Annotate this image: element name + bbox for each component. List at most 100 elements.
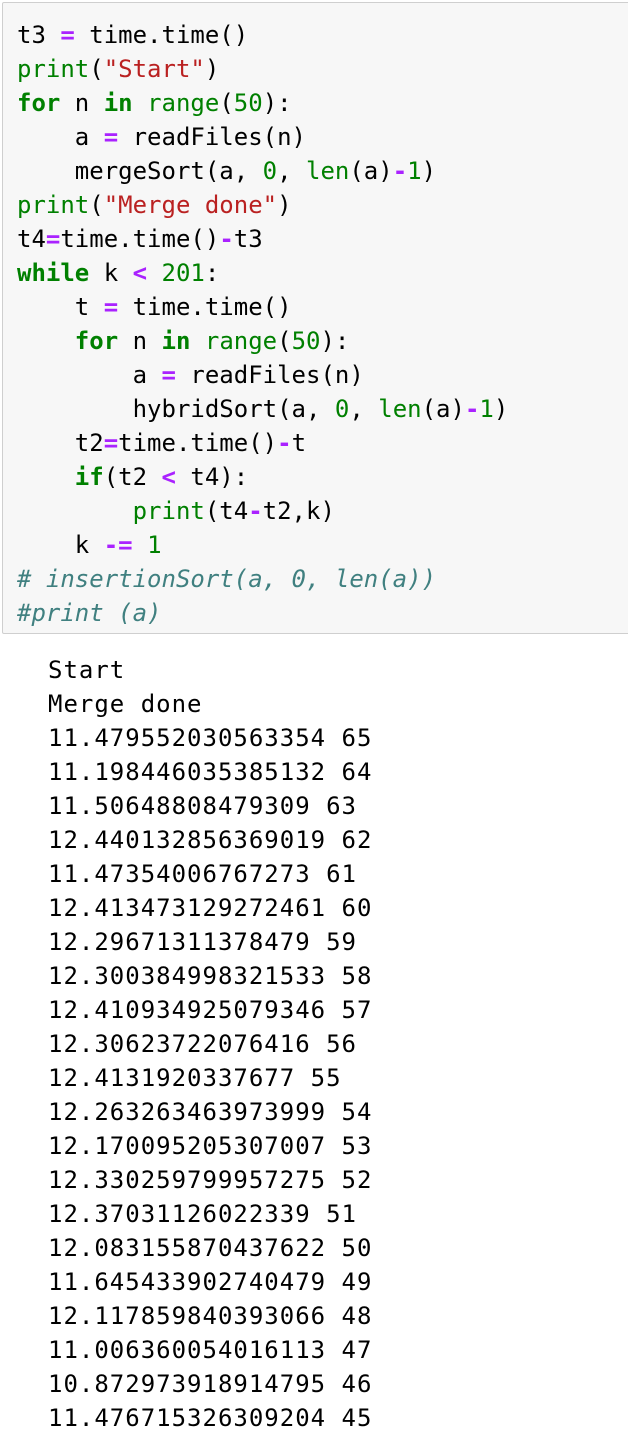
code-token: print: [17, 55, 90, 83]
code-line: k -= 1: [17, 528, 508, 562]
code-token: print: [17, 191, 90, 219]
output-line: 12.117859840393066 48: [48, 1302, 373, 1330]
code-token: -: [219, 225, 234, 253]
code-token: k: [17, 531, 104, 559]
output-line: 12.29671311378479 59: [48, 928, 357, 956]
code-line: print(t4-t2,k): [17, 494, 508, 528]
code-token: range: [204, 327, 278, 355]
code-editor[interactable]: t3 = time.time() print("Start") for n in r…: [17, 18, 508, 630]
code-token: ):: [320, 327, 350, 355]
code-token: t: [17, 293, 104, 321]
code-token: ): [493, 395, 509, 423]
code-line: for n in range(50):: [17, 324, 508, 358]
code-token: mergeSort(a,: [17, 157, 263, 185]
code-token: :: [204, 259, 220, 287]
output-line: 12.4131920337677 55: [48, 1064, 342, 1092]
code-token: in: [103, 89, 133, 117]
code-token: # insertionSort(a, 0, len(a)): [17, 565, 437, 593]
code-token: (t2: [103, 463, 162, 491]
code-token: 1: [407, 157, 422, 185]
code-token: 0: [334, 395, 350, 423]
code-token: in: [161, 327, 191, 355]
code-token: ): [204, 55, 220, 83]
code-token: ): [277, 191, 292, 219]
code-input-cell[interactable]: t3 = time.time() print("Start") for n in r…: [2, 2, 628, 634]
code-token: len: [378, 395, 422, 423]
code-token: =: [103, 293, 119, 321]
code-token: t: [291, 429, 307, 457]
code-token: 0: [262, 157, 278, 185]
code-token: (a): [349, 157, 393, 185]
output-line: Merge done: [48, 690, 203, 718]
code-token: <: [161, 463, 176, 491]
code-token: (: [89, 55, 104, 83]
output-line: 12.300384998321533 58: [48, 962, 373, 990]
output-line: 11.006360054016113 47: [48, 1336, 373, 1364]
code-line: print("Merge done"): [17, 188, 508, 222]
code-line: hybridSort(a, 0, len(a)-1): [17, 392, 509, 426]
code-token: readFiles(n): [118, 123, 306, 151]
code-token: while: [17, 259, 90, 287]
code-token: <: [132, 259, 148, 287]
output-line: 11.645433902740479 49: [48, 1268, 373, 1296]
code-line: t3 = time.time(): [17, 18, 508, 52]
code-token: 201: [161, 259, 205, 287]
code-token: 1: [479, 395, 494, 423]
output-line: 12.440132856369019 62: [48, 826, 373, 854]
code-token: ): [421, 157, 437, 185]
code-token: 50: [233, 89, 263, 117]
code-line: if(t2 < t4):: [17, 460, 508, 494]
output-line: 12.170095205307007 53: [48, 1132, 373, 1160]
cell-output-area: Start Merge done 11.479552030563354 65 11.1…: [48, 653, 372, 1435]
code-token: if: [74, 463, 104, 491]
code-token: readFiles(n): [175, 361, 364, 389]
code-token: print: [132, 497, 205, 525]
output-line: 11.479552030563354 65: [48, 724, 373, 752]
code-token: t2: [17, 429, 104, 457]
code-token: 1: [147, 531, 162, 559]
code-token: time.time(): [118, 429, 278, 457]
code-line: a = readFiles(n): [17, 120, 508, 154]
output-line: 12.330259799957275 52: [48, 1166, 373, 1194]
code-token: t2,k): [262, 497, 335, 525]
code-token: ,: [277, 157, 306, 185]
code-token: t3: [233, 225, 263, 253]
code-token: (: [277, 327, 292, 355]
code-token: ):: [262, 89, 292, 117]
code-line: mergeSort(a, 0, len(a)-1): [17, 154, 508, 188]
code-token: -=: [103, 531, 133, 559]
code-token: for: [17, 89, 61, 117]
code-line: t4=time.time()-t3: [17, 222, 508, 256]
code-token: #print (a): [17, 599, 162, 627]
code-token: =: [60, 21, 75, 49]
output-line: 12.30623722076416 56: [48, 1030, 357, 1058]
code-line: #print (a): [17, 596, 508, 630]
output-line: 12.37031126022339 51: [48, 1200, 357, 1228]
output-line: 10.872973918914795 46: [48, 1370, 373, 1398]
code-token: t4: [17, 225, 46, 253]
code-token: len: [306, 157, 350, 185]
code-token: time.time(): [74, 21, 249, 49]
output-line: Start: [48, 656, 126, 684]
code-token: (: [219, 89, 234, 117]
code-token: =: [103, 429, 119, 457]
code-token: t4):: [175, 463, 249, 491]
output-line: 11.476715326309204 45: [48, 1404, 373, 1432]
code-token: =: [161, 361, 176, 389]
code-token: ,: [349, 395, 379, 423]
code-token: (: [89, 191, 104, 219]
output-line: 11.47354006767273 61: [48, 860, 357, 888]
code-token: "Merge done": [103, 191, 278, 219]
code-token: for: [74, 327, 119, 355]
code-token: a: [17, 123, 104, 151]
code-line: t2=time.time()-t: [17, 426, 508, 460]
output-line: 12.413473129272461 60: [48, 894, 373, 922]
output-line: 12.410934925079346 57: [48, 996, 373, 1024]
code-line: # insertionSort(a, 0, len(a)): [17, 562, 508, 596]
code-token: =: [103, 123, 119, 151]
